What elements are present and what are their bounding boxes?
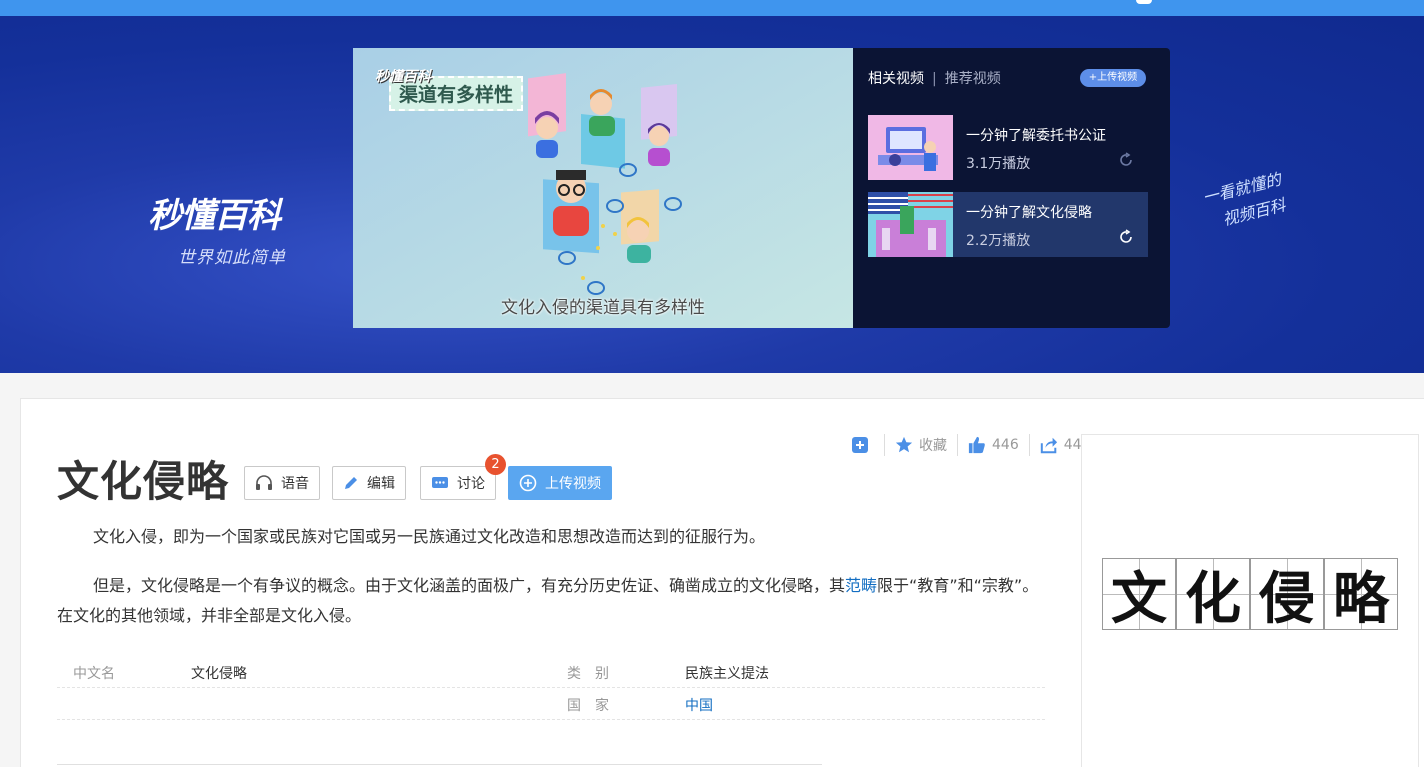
logo-text: 秒懂百科 (148, 196, 281, 236)
tab-separator: | (932, 71, 937, 87)
video-banner: 秒懂百科 世界如此简单 渠道有多样性 秒懂百科 文化入侵的渠道具有多样性 相关视… (0, 16, 1424, 373)
entry-toolbar: 收藏 446 44 (842, 434, 1092, 456)
share-icon (1040, 437, 1057, 454)
discuss-button[interactable]: 讨论 (420, 466, 496, 500)
info-value: 民族主义提法 (685, 666, 769, 682)
calligraphy-char: 文 (1111, 565, 1167, 632)
related-video-plays: 2.2万播放 (966, 233, 1031, 249)
calligraphy-cell: 侵 (1250, 558, 1324, 632)
info-label: 国 家 (567, 698, 609, 714)
pencil-icon (345, 477, 357, 489)
collect-label: 收藏 (919, 438, 947, 454)
info-label: 类 别 (567, 666, 609, 682)
related-videos-panel: 相关视频 | 推荐视频 +上传视频 一分钟了解委托书公证 3.1万播放 一分钟了… (853, 48, 1170, 328)
summary-image-panel[interactable]: 文 化 侵 略 (1081, 434, 1419, 767)
thumbs-up-icon (968, 436, 985, 454)
video-player[interactable]: 渠道有多样性 秒懂百科 文化入侵的渠道具有多样性 (353, 48, 853, 328)
related-video-title: 一分钟了解文化侵略 (966, 205, 1092, 221)
add-to-list-button[interactable] (842, 434, 885, 456)
logo-slogan: 世界如此简单 (178, 248, 286, 268)
info-value: 文化侵略 (191, 666, 247, 682)
handwritten-slogan: 一看就懂的 视频百科 (1200, 167, 1290, 237)
entry-title: 文化侵略 (57, 457, 230, 506)
plus-square-icon (852, 437, 868, 453)
replay-icon[interactable] (1118, 229, 1134, 245)
summary-paragraph: 但是，文化侵略是一个有争议的概念。由于文化涵盖的面极广，有充分历史佐证、确凿成立… (57, 571, 1047, 631)
collect-button[interactable]: 收藏 (885, 434, 958, 456)
calligraphy-cell: 略 (1324, 558, 1398, 632)
video-thumbnail (868, 192, 953, 257)
share-count: 44 (1063, 437, 1082, 453)
summary-text: 但是，文化侵略是一个有争议的概念。由于文化涵盖的面极广，有充分历史佐证、确凿成立… (93, 576, 846, 595)
calligraphy-image: 文 化 侵 略 (1102, 558, 1398, 632)
basic-info-row: 国 家 中国 (57, 688, 1045, 720)
related-video-title: 一分钟了解委托书公证 (966, 128, 1106, 144)
edit-button[interactable]: 编辑 (332, 466, 406, 500)
voice-button[interactable]: 语音 (244, 466, 320, 500)
chat-bubble-icon (432, 477, 448, 488)
discuss-count-badge: 2 (485, 454, 506, 475)
like-button[interactable]: 446 (958, 434, 1030, 456)
video-watermark-logo: 秒懂百科 (375, 69, 431, 85)
calligraphy-char: 侵 (1259, 565, 1315, 632)
tab-related-videos[interactable]: 相关视频 (868, 71, 924, 87)
discuss-label: 讨论 (457, 476, 485, 492)
user-avatar-icon[interactable] (1136, 0, 1152, 4)
video-thumbnail (868, 115, 953, 180)
upload-video-label: 上传视频 (545, 476, 601, 492)
calligraphy-cell: 文 (1102, 558, 1176, 632)
related-tabs: 相关视频 | 推荐视频 (868, 68, 1001, 88)
summary-text: 文化入侵，即为一个国家或民族对它国或另一民族通过文化改造和思想改造而达到的征服行… (93, 527, 766, 546)
calligraphy-char: 化 (1185, 565, 1241, 632)
star-icon (895, 436, 913, 453)
related-video-item-active[interactable]: 一分钟了解文化侵略 2.2万播放 (868, 192, 1148, 257)
like-count: 446 (992, 437, 1019, 453)
video-subtitle: 文化入侵的渠道具有多样性 (501, 298, 705, 318)
info-label: 中文名 (73, 666, 115, 682)
upload-video-pill-button[interactable]: +上传视频 (1080, 69, 1146, 87)
upload-video-button[interactable]: 上传视频 (508, 466, 612, 500)
voice-label: 语音 (281, 476, 309, 492)
link-fanchou[interactable]: 范畴 (845, 576, 877, 595)
plus-circle-icon (519, 474, 537, 492)
replay-icon[interactable] (1118, 152, 1134, 168)
miaodong-logo[interactable]: 秒懂百科 世界如此简单 (148, 188, 328, 268)
section-divider (57, 764, 822, 765)
top-nav-strip (0, 0, 1424, 16)
related-video-item[interactable]: 一分钟了解委托书公证 3.1万播放 (868, 115, 1148, 180)
tab-recommended-videos[interactable]: 推荐视频 (945, 71, 1001, 87)
calligraphy-char: 略 (1333, 565, 1389, 632)
headphones-icon (256, 475, 272, 490)
info-link-country[interactable]: 中国 (685, 695, 713, 715)
calligraphy-cell: 化 (1176, 558, 1250, 632)
basic-info-row: 中文名 文化侵略 类 别 民族主义提法 (57, 656, 1045, 688)
summary-paragraph: 文化入侵，即为一个国家或民族对它国或另一民族通过文化改造和思想改造而达到的征服行… (57, 522, 1047, 552)
related-video-plays: 3.1万播放 (966, 156, 1031, 172)
edit-label: 编辑 (367, 476, 395, 492)
